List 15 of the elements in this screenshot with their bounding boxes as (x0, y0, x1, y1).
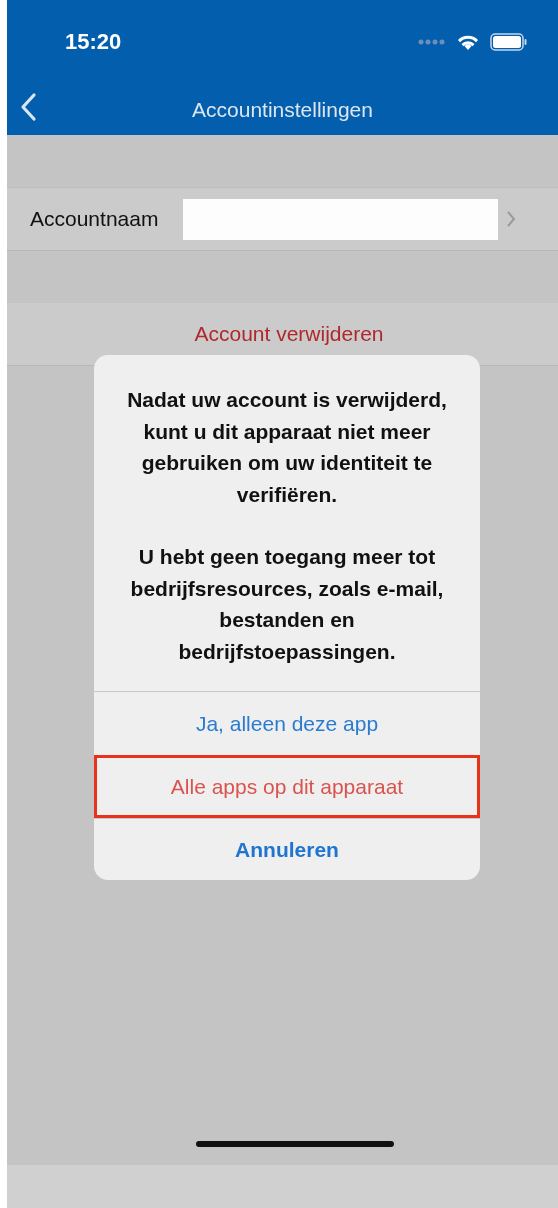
setting-label: Accountnaam (30, 207, 159, 231)
nav-title: Accountinstellingen (192, 97, 373, 122)
battery-icon (490, 33, 528, 51)
signal-icon (418, 39, 446, 45)
alert-message: U hebt geen toegang meer tot bedrijfsresources, zoals e-mail, bestanden en bedrijfstoepassingen. (129, 544, 445, 665)
chevron-icon (506, 210, 517, 228)
delete-account-label: Account verwijderen (193, 322, 385, 346)
alert-message: Nadat uw account is verwijderd, kunt u dit apparaat niet meer gebruiken om uw identiteit te verifiëren. (126, 387, 448, 508)
status-time: 15:20 (65, 29, 123, 55)
cancel-button[interactable]: Annuleren (94, 818, 480, 880)
back-icon[interactable] (19, 92, 37, 122)
alert-action-button[interactable]: Ja, alleen deze app (94, 691, 480, 755)
wifi-icon (456, 33, 480, 51)
alert-action-button[interactable]: Alle apps op dit apparaat (94, 755, 480, 818)
settings-row[interactable]: Accountnaam (7, 187, 558, 251)
